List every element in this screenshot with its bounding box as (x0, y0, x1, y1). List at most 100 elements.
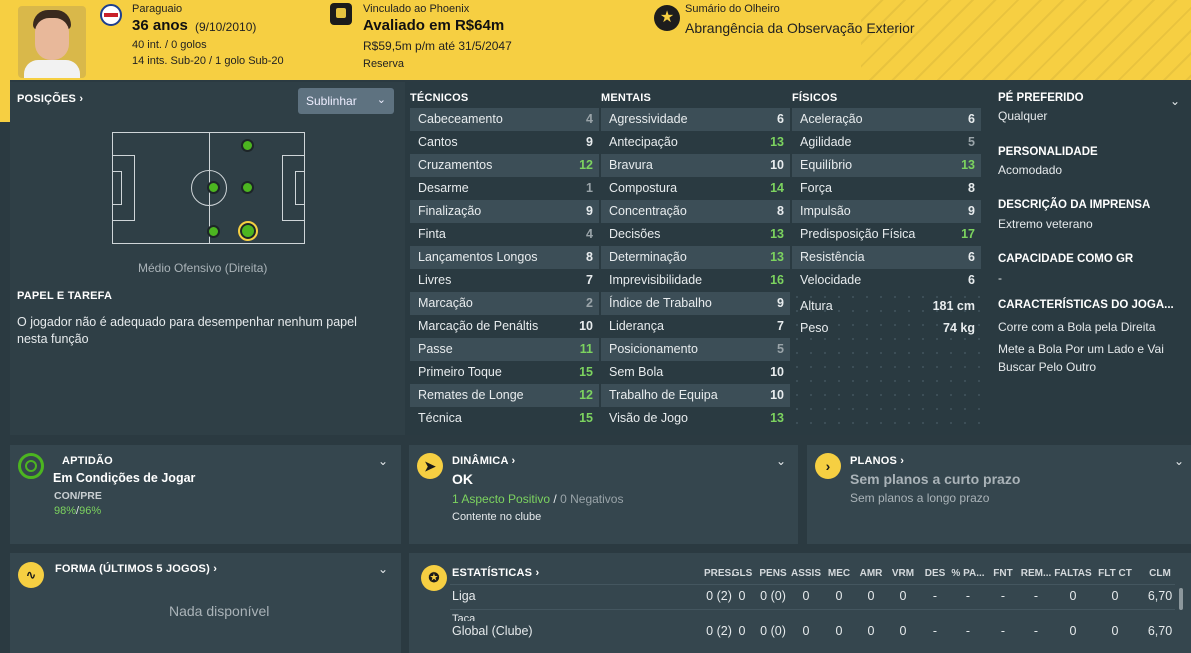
stats-column-header[interactable]: MEC (828, 568, 850, 579)
attribute-row[interactable]: Desarme 1 (410, 177, 599, 200)
media-description-value: Extremo veterano (998, 217, 1093, 231)
attribute-row[interactable]: Concentração 8 (601, 200, 790, 223)
position-pitch[interactable] (112, 132, 305, 244)
dynamics-title[interactable]: DINÂMICA › (452, 455, 515, 467)
club-contract[interactable]: Vinculado ao Phoenix (363, 3, 469, 15)
attribute-name: Cantos (418, 135, 458, 149)
highlight-dropdown[interactable]: Sublinhar ⌄ (298, 88, 394, 114)
match-fitness-value: 96% (79, 505, 102, 517)
scout-summary-title[interactable]: Sumário do Olheiro (685, 3, 780, 15)
plans-title[interactable]: PLANOS › (850, 455, 904, 467)
stats-column-header[interactable]: ASSIS (791, 568, 821, 579)
attribute-row[interactable]: Agilidade 5 (792, 131, 981, 154)
stats-column-header[interactable]: FLT CT (1098, 568, 1132, 579)
attribute-row[interactable]: Antecipação 13 (601, 131, 790, 154)
chevron-down-icon[interactable]: ⌄ (378, 562, 388, 576)
stats-scrollbar[interactable] (1179, 588, 1183, 610)
youth-caps: 14 ints. Sub-20 / 1 golo Sub-20 (132, 55, 284, 67)
player-wage: R$59,5m p/m até 31/5/2047 (363, 39, 512, 53)
attribute-row[interactable]: Técnica 15 (410, 407, 599, 430)
stats-title[interactable]: ESTATÍSTICAS › (452, 567, 539, 579)
stats-column-header[interactable]: AMR (860, 568, 883, 579)
star-icon: ★ (654, 5, 680, 31)
attribute-row[interactable]: Cruzamentos 12 (410, 154, 599, 177)
selected-position-dot[interactable] (238, 221, 258, 241)
club-badge-icon[interactable] (330, 3, 352, 25)
attribute-row[interactable]: Finalização 9 (410, 200, 599, 223)
stats-column-header[interactable]: FNT (993, 568, 1012, 579)
dynamics-status: OK (452, 471, 473, 487)
attribute-row[interactable]: Primeiro Toque 15 (410, 361, 599, 384)
attribute-row[interactable]: Imprevisibilidade 16 (601, 269, 790, 292)
stats-column-header[interactable]: PRES. (704, 568, 734, 579)
chevron-down-icon[interactable]: ⌄ (1174, 454, 1184, 468)
attribute-row[interactable]: Finta 4 (410, 223, 599, 246)
negatives-count[interactable]: 0 Negativos (560, 492, 623, 506)
attribute-value: 14 (770, 181, 784, 195)
chevron-down-icon[interactable]: ⌄ (776, 454, 786, 468)
stats-column-header[interactable]: GLS (732, 568, 753, 579)
attribute-row[interactable]: Determinação 13 (601, 246, 790, 269)
personality-title: PERSONALIDADE (998, 146, 1098, 158)
player-header: Paraguaio 36 anos (9/10/2010) 40 int. / … (0, 0, 1191, 80)
stats-column-header[interactable]: CLM (1149, 568, 1171, 579)
stats-column-header[interactable]: VRM (892, 568, 914, 579)
attribute-row[interactable]: Agressividade 6 (601, 108, 790, 131)
attribute-row[interactable]: Velocidade 6 (792, 269, 981, 292)
position-dot[interactable] (241, 181, 254, 194)
attribute-row[interactable]: Cabeceamento 4 (410, 108, 599, 131)
attribute-row[interactable]: Compostura 14 (601, 177, 790, 200)
attribute-row[interactable]: Predisposição Física 17 (792, 223, 981, 246)
personality-value: Acomodado (998, 163, 1063, 177)
height-value: 181 cm (932, 299, 975, 313)
stats-cell: - (1033, 589, 1039, 603)
squad-status: Reserva (363, 58, 404, 70)
preferred-foot-value: Qualquer (998, 109, 1048, 123)
stats-cell: - (932, 589, 938, 603)
form-title[interactable]: FORMA (ÚLTIMOS 5 JOGOS) › (55, 563, 217, 575)
stats-cell: 0 (899, 624, 907, 638)
attribute-row[interactable]: Posicionamento 5 (601, 338, 790, 361)
attribute-row[interactable]: Lançamentos Longos 8 (410, 246, 599, 269)
stats-cell: 6,70 (1147, 589, 1173, 603)
attribute-row[interactable]: Sem Bola 10 (601, 361, 790, 384)
attribute-value: 17 (961, 227, 975, 241)
attribute-row[interactable]: Aceleração 6 (792, 108, 981, 131)
attribute-row[interactable]: Resistência 6 (792, 246, 981, 269)
attribute-row[interactable]: Marcação 2 (410, 292, 599, 315)
attribute-value: 16 (770, 273, 784, 287)
attribute-row[interactable]: Livres 7 (410, 269, 599, 292)
stats-cell: 0 (835, 589, 843, 603)
position-dot[interactable] (207, 181, 220, 194)
attribute-row[interactable]: Índice de Trabalho 9 (601, 292, 790, 315)
attribute-row[interactable]: Cantos 9 (410, 131, 599, 154)
attribute-row[interactable]: Passe 11 (410, 338, 599, 361)
stats-column-header[interactable]: % PA... (951, 568, 984, 579)
attribute-value: 9 (777, 296, 784, 310)
stats-column-header[interactable]: PENS (759, 568, 786, 579)
stats-cell: 0 (1111, 624, 1119, 638)
positions-title[interactable]: POSIÇÕES › (17, 93, 83, 105)
attribute-row[interactable]: Força 8 (792, 177, 981, 200)
position-dot[interactable] (207, 225, 220, 238)
attribute-row[interactable]: Marcação de Penáltis 10 (410, 315, 599, 338)
position-dot[interactable] (241, 139, 254, 152)
header-pattern (861, 0, 1191, 80)
attribute-row[interactable]: Remates de Longe 12 (410, 384, 599, 407)
chevron-down-icon[interactable]: ⌄ (1170, 94, 1180, 108)
attribute-row[interactable]: Equilíbrio 13 (792, 154, 981, 177)
attribute-name: Impulsão (800, 204, 851, 218)
attribute-row[interactable]: Bravura 10 (601, 154, 790, 177)
stats-column-header[interactable]: REM... (1021, 568, 1052, 579)
attribute-value: 15 (579, 365, 593, 379)
attribute-row[interactable]: Impulsão 9 (792, 200, 981, 223)
attribute-row[interactable]: Decisões 13 (601, 223, 790, 246)
attribute-value: 10 (770, 388, 784, 402)
attribute-row[interactable]: Visão de Jogo 13 (601, 407, 790, 430)
positives-count[interactable]: 1 Aspecto Positivo (452, 492, 550, 506)
attribute-row[interactable]: Trabalho de Equipa 10 (601, 384, 790, 407)
attribute-row[interactable]: Liderança 7 (601, 315, 790, 338)
stats-column-header[interactable]: FALTAS (1054, 568, 1091, 579)
stats-column-header[interactable]: DES (925, 568, 946, 579)
chevron-down-icon[interactable]: ⌄ (378, 454, 388, 468)
